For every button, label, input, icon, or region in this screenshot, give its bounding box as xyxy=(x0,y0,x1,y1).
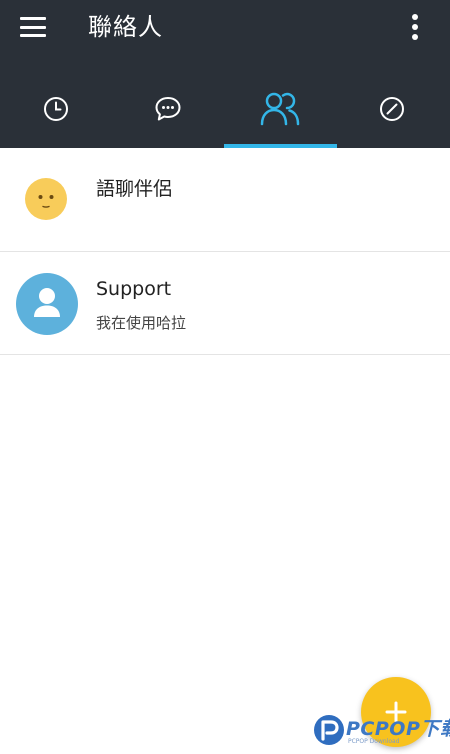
app-bar: 聯絡人 xyxy=(0,0,450,148)
contact-status: 我在使用哈拉 xyxy=(96,314,187,332)
clock-icon xyxy=(44,97,68,121)
smiley-face-icon xyxy=(25,178,67,220)
watermark-subtext: PCPOP Download xyxy=(348,738,400,745)
watermark: PCPOP下载 PCPOP Download xyxy=(310,712,450,754)
compass-icon xyxy=(380,97,404,121)
tab-contacts[interactable] xyxy=(224,70,336,148)
default-avatar-icon xyxy=(16,273,78,335)
list-item[interactable]: Support 我在使用哈拉 xyxy=(0,252,450,355)
tab-chats[interactable] xyxy=(112,70,224,148)
contact-name: 語聊伴侶 xyxy=(96,178,173,200)
watermark-text: PCPOP下载 xyxy=(346,718,450,740)
contacts-icon xyxy=(260,92,300,126)
tab-bar xyxy=(0,70,450,148)
page-title: 聯絡人 xyxy=(88,13,163,41)
watermark-logo-icon xyxy=(314,715,344,745)
list-item[interactable]: 語聊伴侶 xyxy=(0,148,450,252)
more-vertical-icon[interactable] xyxy=(408,14,422,40)
contact-list: 語聊伴侶 Support 我在使用哈拉 xyxy=(0,148,450,355)
tab-discover[interactable] xyxy=(336,70,448,148)
contact-name: Support xyxy=(96,278,172,300)
hamburger-menu-icon[interactable] xyxy=(20,17,46,37)
chat-bubble-icon xyxy=(155,97,181,121)
tab-recent[interactable] xyxy=(0,70,112,148)
